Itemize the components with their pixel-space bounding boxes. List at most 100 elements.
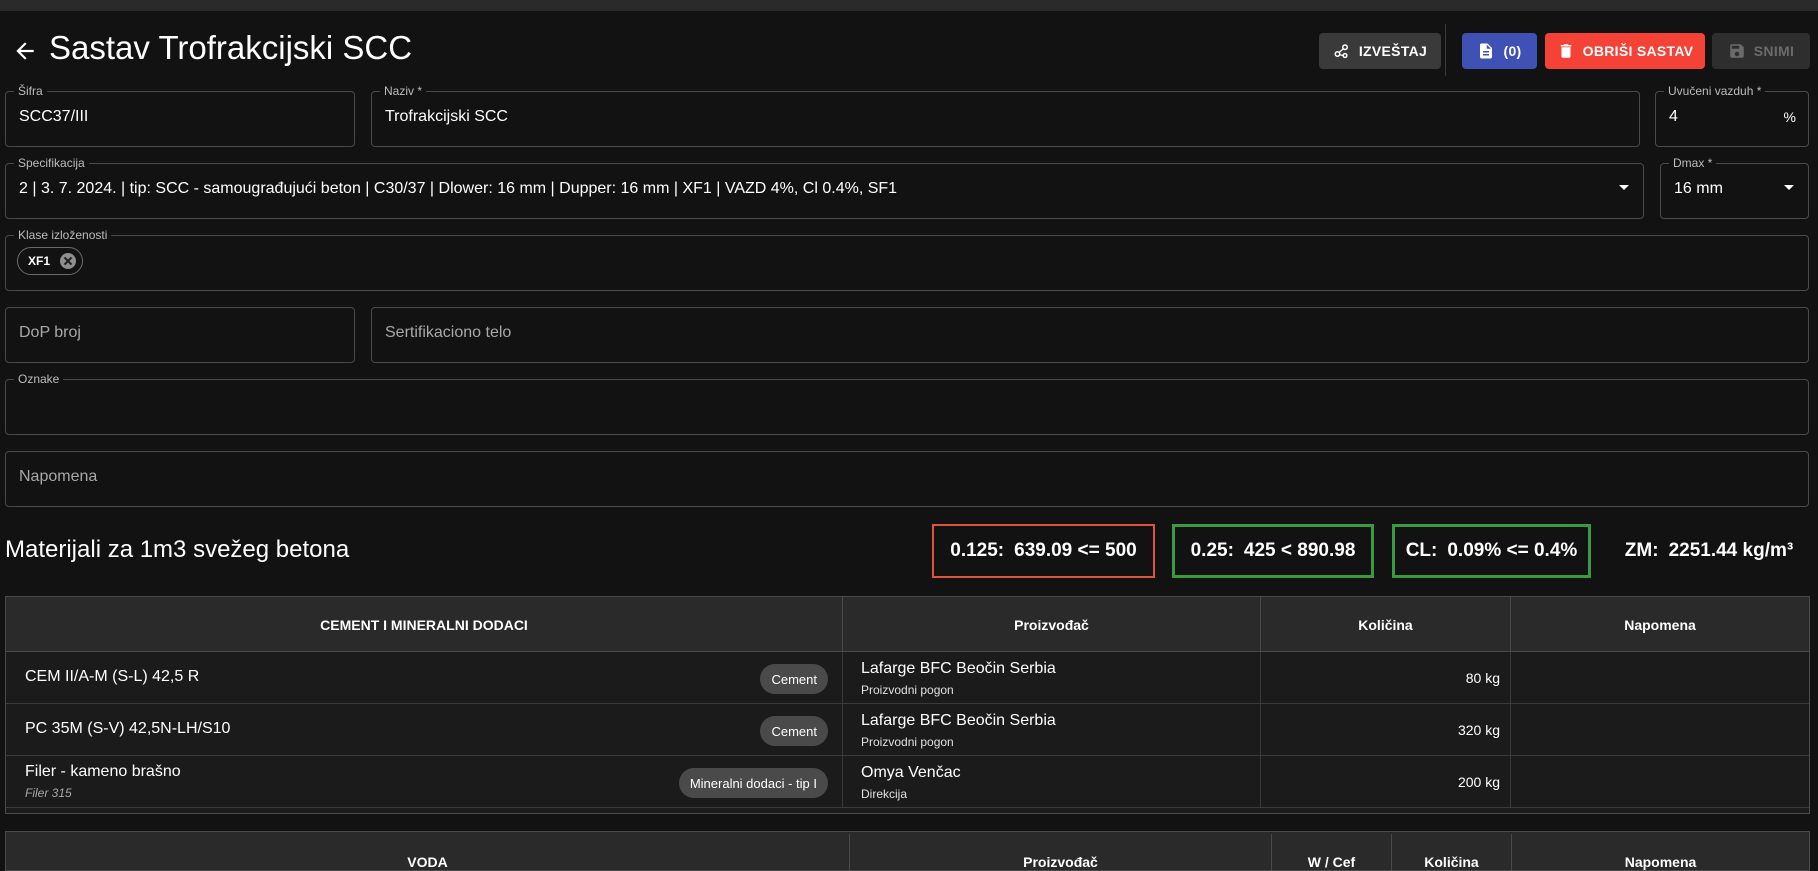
stat-chloride: CL: 0.09% <= 0.4% [1392,524,1591,578]
table-row[interactable]: PC 35M (S-V) 42,5N-LH/S10 Cement Lafarge… [6,704,1809,756]
note-cell [1510,756,1809,808]
material-name: CEM II/A-M (S-L) 42,5 R [25,668,200,685]
note-placeholder: Napomena [19,468,98,485]
dmax-select[interactable]: Dmax * 16 mm [1660,156,1809,219]
material-cell: Filer - kameno brašno Filer 315 Mineraln… [6,756,842,808]
delete-composition-button[interactable]: OBRIŠI SASTAV [1545,33,1705,69]
note-field[interactable]: Napomena [5,451,1809,507]
column-header-material[interactable]: CEMENT I MINERALNI DODACI [6,597,842,652]
report-button[interactable]: IZVEŠTAJ [1319,33,1441,69]
documents-count: (0) [1503,43,1522,59]
stat-value: 2251.44 kg/m³ [1668,540,1794,561]
stat-label: CL: [1405,540,1438,561]
labels-label: Oznake [14,372,64,386]
report-icon [1334,44,1348,59]
certification-body-field[interactable]: Sertifikaciono telo [371,307,1809,363]
column-header-water[interactable]: VODA [6,834,849,870]
producer-name: Lafarge BFC Beočin Serbia [861,660,1056,677]
quantity-value: 200 kg [1457,774,1500,790]
column-header-producer[interactable]: Proizvođač [849,834,1271,870]
cement-table-header: CEMENT I MINERALNI DODACI Proizvođač Kol… [6,597,1809,652]
quantity-cell: 200 kg [1260,756,1510,808]
specification-select[interactable]: Specifikacija 2 | 3. 7. 2024. | tip: SCC… [5,156,1644,219]
dmax-label: Dmax * [1669,156,1717,170]
note-cell [1510,704,1809,756]
column-header-quantity[interactable]: Količina [1260,597,1510,652]
top-app-bar [0,0,1818,11]
producer-location: Proizvodni pogon [861,735,954,749]
naziv-label: Naziv * [380,84,427,98]
dmax-value: 16 mm [1674,180,1723,197]
chevron-down-icon[interactable] [1619,185,1629,190]
material-name: Filer - kameno brašno [25,763,181,780]
save-button-label: SNIMI [1753,43,1795,59]
producer-cell: Omya Venčac Direkcija [842,756,1260,808]
stat-label: ZM: [1624,540,1659,561]
quantity-cell: 320 kg [1260,704,1510,756]
stat-value: 639.09 <= 500 [1014,540,1137,561]
dop-number-placeholder: DoP broj [19,324,81,341]
exposure-classes-field[interactable]: Klase izloženosti XF1 [5,228,1809,291]
stat-fines-0125: 0.125: 639.09 <= 500 [932,524,1155,578]
sifra-field[interactable]: Šifra SCC37/III [5,84,355,147]
materials-title: Materijali za 1m3 svežeg betona [5,536,350,563]
material-name: PC 35M (S-V) 42,5N-LH/S10 [25,720,231,737]
column-header-note[interactable]: Napomena [1510,597,1809,652]
sifra-label: Šifra [14,84,47,98]
quantity-value: 80 kg [1465,670,1500,686]
specification-label: Specifikacija [14,156,89,170]
save-button[interactable]: SNIMI [1712,33,1810,69]
producer-location: Proizvodni pogon [861,683,954,697]
page-title: Sastav Trofrakcijski SCC [49,29,413,66]
table-row[interactable]: Filer - kameno brašno Filer 315 Mineraln… [6,756,1809,808]
delete-button-label: OBRIŠI SASTAV [1582,43,1694,59]
producer-cell: Lafarge BFC Beočin Serbia Proizvodni pog… [842,704,1260,756]
material-cell: PC 35M (S-V) 42,5N-LH/S10 Cement [6,704,842,756]
save-icon [1730,44,1744,58]
trash-icon [1560,44,1571,58]
column-header-quantity[interactable]: Količina [1391,834,1511,870]
documents-button[interactable]: (0) [1462,33,1537,69]
water-table-header: VODA Proizvođač W / Cef Količina Napomen… [6,832,1809,870]
document-icon [1480,43,1493,59]
air-content-label: Uvučeni vazduh * [1664,84,1766,98]
exposure-class-chip[interactable]: XF1 [17,247,83,275]
stat-label: 0.25: [1190,540,1234,561]
chevron-down-icon[interactable] [1784,185,1794,190]
producer-name: Lafarge BFC Beočin Serbia [861,712,1056,729]
naziv-value: Trofrakcijski SCC [385,108,508,125]
dop-number-field[interactable]: DoP broj [5,307,355,363]
cement-table: CEMENT I MINERALNI DODACI Proizvođač Kol… [5,596,1810,814]
stat-density: ZM: 2251.44 kg/m³ [1608,524,1810,578]
column-header-note[interactable]: Napomena [1511,834,1809,870]
producer-cell: Lafarge BFC Beočin Serbia Proizvodni pog… [842,652,1260,704]
remove-chip-icon[interactable] [60,253,76,269]
water-table: VODA Proizvođač W / Cef Količina Napomen… [5,831,1810,871]
page-header: Sastav Trofrakcijski SCC IZVEŠTAJ (0) OB… [0,24,1818,76]
producer-location: Direkcija [861,787,908,801]
material-subtitle: Filer 315 [25,786,72,800]
quantity-cell: 80 kg [1260,652,1510,704]
labels-field[interactable]: Oznake [5,372,1809,435]
material-type-badge: Cement [760,716,828,746]
air-content-value: 4 [1669,108,1678,125]
stat-value: 0.09% <= 0.4% [1447,540,1578,561]
air-content-field[interactable]: Uvučeni vazduh * 4 % [1655,84,1809,147]
column-header-wc-ratio[interactable]: W / Cef [1271,834,1391,870]
header-divider [1445,24,1446,76]
material-type-badge: Cement [760,664,828,694]
specification-value: 2 | 3. 7. 2024. | tip: SCC - samougrađuj… [19,180,898,197]
naziv-field[interactable]: Naziv * Trofrakcijski SCC [371,84,1640,147]
back-arrow-icon[interactable] [12,38,38,64]
column-header-producer[interactable]: Proizvođač [842,597,1260,652]
report-button-label: IZVEŠTAJ [1358,43,1428,59]
table-row[interactable]: CEM II/A-M (S-L) 42,5 R Cement Lafarge B… [6,652,1809,704]
material-cell: CEM II/A-M (S-L) 42,5 R Cement [6,652,842,704]
stat-value: 425 < 890.98 [1243,540,1356,561]
exposure-classes-label: Klase izloženosti [14,228,112,242]
sifra-value: SCC37/III [19,108,89,125]
quantity-value: 320 kg [1457,722,1500,738]
material-type-badge: Mineralni dodaci - tip I [678,768,828,798]
producer-name: Omya Venčac [861,764,961,781]
note-cell [1510,652,1809,704]
